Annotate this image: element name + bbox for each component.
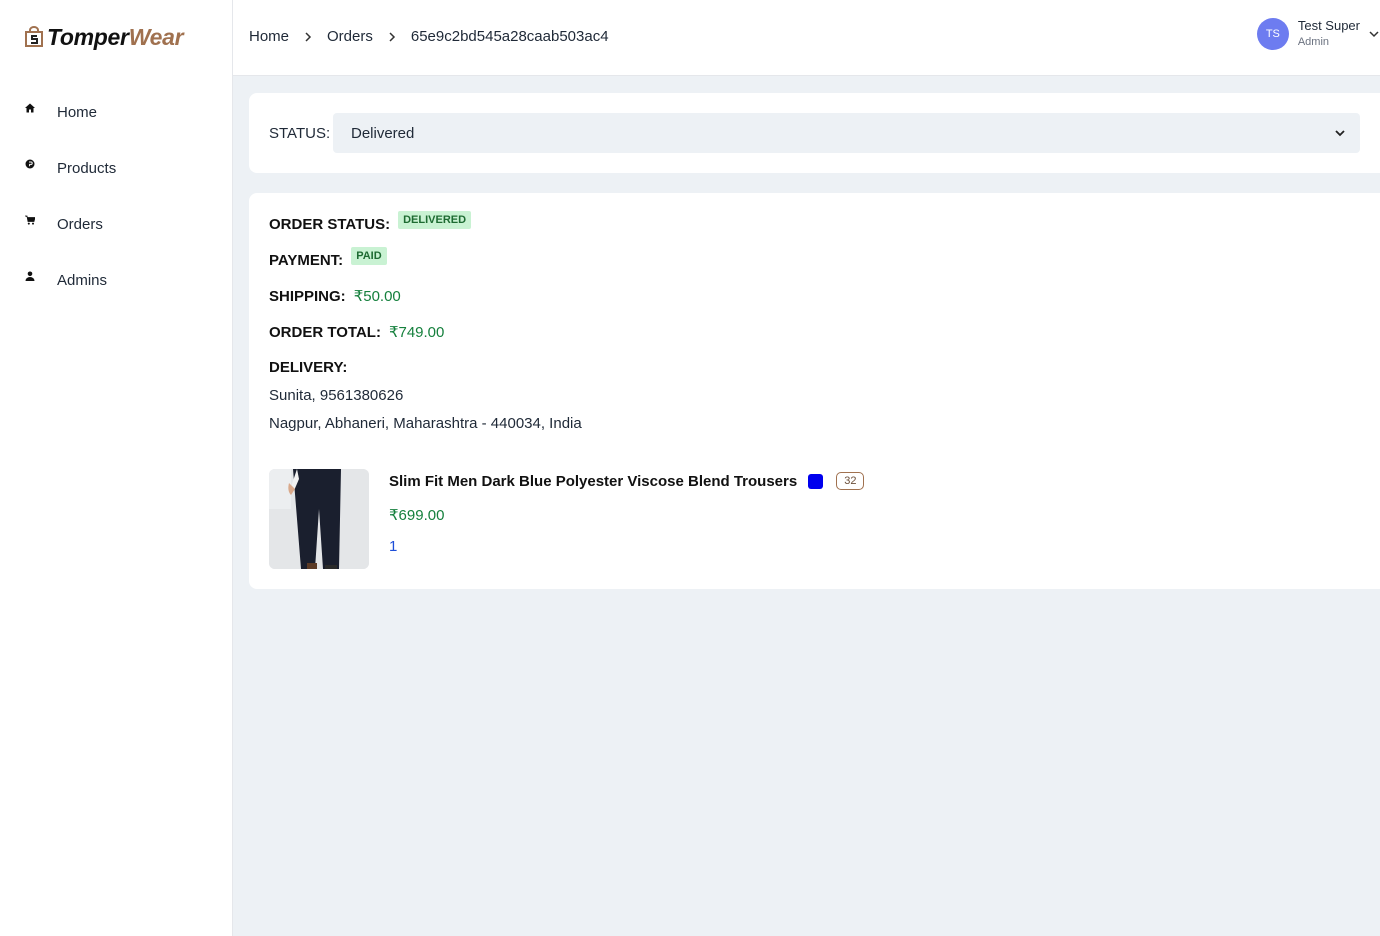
user-role: Admin (1297, 36, 1330, 49)
sidebar-item-label: Home (57, 103, 98, 121)
delivery-contact: Sunita, 9561380626 (269, 387, 404, 404)
breadcrumb-orders[interactable]: Orders (327, 28, 373, 45)
brand-logo[interactable]: TomperWear (24, 22, 184, 52)
order-total-value: ₹749.00 (388, 324, 445, 341)
sidebar-item-label: Products (57, 159, 117, 177)
size-badge: 32 (836, 472, 865, 490)
shipping-label: SHIPPING: (269, 287, 346, 305)
status-select[interactable]: Delivered (333, 113, 1360, 153)
status-selected-value: Delivered (351, 124, 415, 142)
chevron-down-icon (1335, 130, 1345, 137)
status-label: STATUS: (269, 125, 331, 142)
sidebar-item-admins[interactable]: Admins (0, 252, 232, 308)
product-quantity: 1 (389, 538, 398, 555)
breadcrumb-order-id: 65e9c2bd545a28caab503ac4 (410, 28, 609, 45)
brand-name: TomperWear (47, 23, 184, 50)
status-form-card: STATUS: Delivered (249, 93, 1380, 173)
status-badge: DELIVERED (398, 211, 472, 229)
chevron-down-icon (1368, 28, 1380, 40)
shipping-row: SHIPPING: ₹50.00 (269, 287, 401, 306)
breadcrumb-home[interactable]: Home (249, 28, 289, 45)
sidebar-item-label: Admins (57, 271, 108, 289)
delivery-row: DELIVERY: (269, 359, 355, 376)
sidebar-item-products[interactable]: Products (0, 140, 232, 196)
shopping-bag-logo-icon (25, 26, 43, 47)
order-details-card: ORDER STATUS: DELIVERED PAYMENT: PAID SH… (249, 193, 1380, 589)
breadcrumb: Home Orders 65e9c2bd545a28caab503ac4 (249, 28, 609, 45)
order-status-row: ORDER STATUS: DELIVERED (269, 211, 472, 233)
payment-row: PAYMENT: PAID (269, 247, 387, 269)
user-name: Test Super (1297, 18, 1360, 33)
chevron-right-icon (303, 31, 313, 42)
user-menu[interactable]: TS Test Super Admin (1256, 18, 1380, 50)
color-swatch (808, 473, 824, 489)
sidebar: TomperWear Home Products Orders Admins (0, 0, 233, 936)
user-icon (25, 271, 35, 281)
chevron-right-icon (387, 31, 397, 42)
order-status-label: ORDER STATUS: (269, 215, 391, 233)
order-total-row: ORDER TOTAL: ₹749.00 (269, 323, 445, 342)
sidebar-item-orders[interactable]: Orders (0, 196, 232, 252)
cart-icon (25, 215, 35, 225)
payment-badge: PAID (351, 247, 387, 265)
home-icon (25, 103, 35, 113)
avatar: TS (1256, 18, 1289, 50)
delivery-label: DELIVERY: (269, 359, 348, 376)
sidebar-item-home[interactable]: Home (0, 84, 232, 140)
product-icon (25, 159, 35, 169)
product-name[interactable]: Slim Fit Men Dark Blue Polyester Viscose… (389, 473, 797, 490)
shipping-value: ₹50.00 (353, 288, 401, 305)
trousers-image-icon (269, 469, 369, 569)
product-image[interactable] (269, 469, 369, 569)
product-price: ₹699.00 (389, 507, 445, 524)
order-total-label: ORDER TOTAL: (269, 323, 381, 341)
top-header: Home Orders 65e9c2bd545a28caab503ac4 TS … (233, 0, 1380, 76)
sidebar-item-label: Orders (57, 215, 103, 233)
payment-label: PAYMENT: (269, 251, 344, 269)
delivery-address: Nagpur, Abhaneri, Maharashtra - 440034, … (269, 415, 582, 432)
sidebar-nav: Home Products Orders Admins (0, 84, 232, 308)
